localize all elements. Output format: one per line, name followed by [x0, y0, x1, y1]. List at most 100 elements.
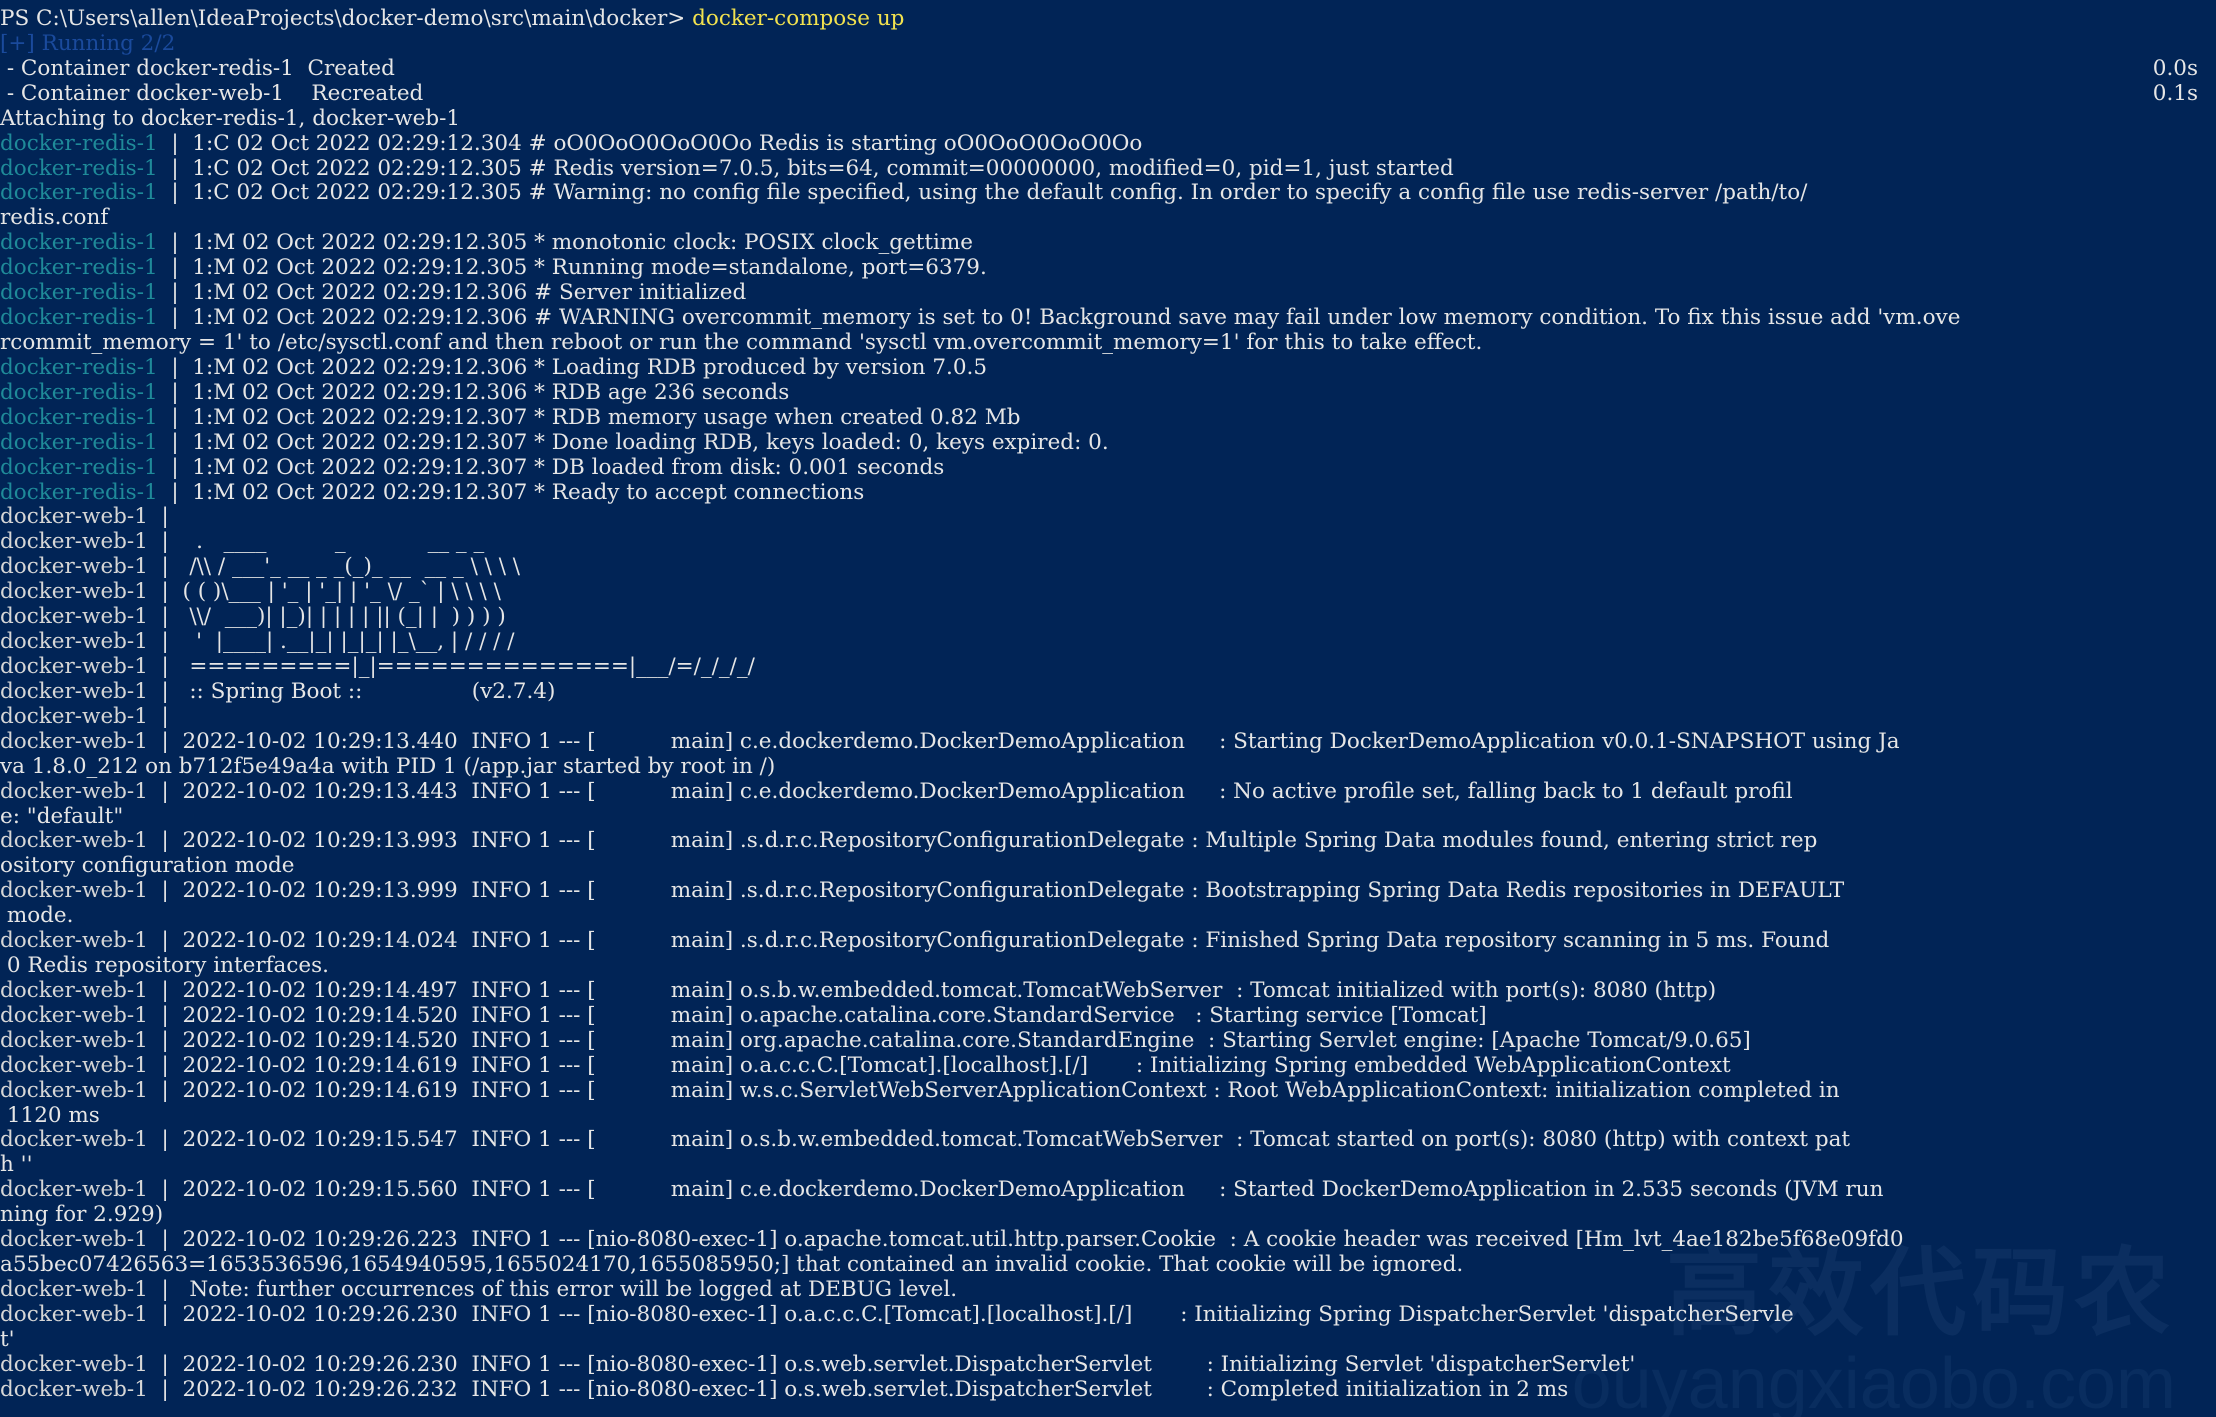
log-message: 1:C 02 Oct 2022 02:29:12.305 # Redis ver… [192, 156, 1454, 181]
service-name: docker-web-1 [0, 1352, 148, 1377]
container-status-time: 0.0s [2152, 56, 2198, 81]
log-message: 2022-10-02 10:29:14.520 INFO 1 --- [ mai… [182, 1028, 1751, 1053]
service-name: docker-web-1 [0, 1128, 148, 1153]
log-line: docker-web-1 | 2022-10-02 10:29:13.999 I… [0, 879, 2216, 904]
service-name: docker-web-1 [0, 1178, 148, 1203]
log-line: 1120 ms [0, 1104, 2216, 1129]
log-line: docker-redis-1 | 1:M 02 Oct 2022 02:29:1… [0, 456, 2216, 481]
log-message: 1:C 02 Oct 2022 02:29:12.305 # Warning: … [192, 181, 1808, 206]
service-name: docker-web-1 [0, 1228, 148, 1253]
log-separator: | [157, 455, 193, 480]
service-name: docker-web-1 [0, 1028, 148, 1053]
terminal-window[interactable]: PS C:\Users\allen\IdeaProjects\docker-de… [0, 0, 2216, 1417]
log-line: docker-redis-1 | 1:M 02 Oct 2022 02:29:1… [0, 406, 2216, 431]
log-line: docker-web-1 | 2022-10-02 10:29:14.619 I… [0, 1079, 2216, 1104]
log-separator: | [147, 879, 183, 904]
log-line: docker-redis-1 | 1:M 02 Oct 2022 02:29:1… [0, 356, 2216, 381]
log-separator: | [147, 1003, 183, 1028]
log-separator: | [157, 181, 193, 206]
log-separator: | [147, 679, 183, 704]
log-line: docker-web-1 | 2022-10-02 10:29:14.497 I… [0, 979, 2216, 1004]
log-message: 2022-10-02 10:29:15.547 INFO 1 --- [ mai… [182, 1128, 1851, 1153]
log-message: 2022-10-02 10:29:26.232 INFO 1 --- [nio-… [182, 1377, 1569, 1402]
log-separator: | [147, 605, 183, 630]
log-message: . ____ _ __ _ _ [182, 530, 485, 555]
log-separator: | [147, 1278, 183, 1303]
log-separator: | [147, 1302, 183, 1327]
log-line: docker-web-1 | 2022-10-02 10:29:13.993 I… [0, 829, 2216, 854]
log-line: docker-redis-1 | 1:C 02 Oct 2022 02:29:1… [0, 132, 2216, 157]
log-message: 1:M 02 Oct 2022 02:29:12.307 * Done load… [192, 430, 1109, 455]
log-separator: | [147, 530, 183, 555]
log-message: 1120 ms [0, 1103, 100, 1128]
log-line: docker-web-1 | ' |____| .__|_| |_|_| |_\… [0, 630, 2216, 655]
log-message: e: "default" [0, 804, 124, 829]
log-message: 1:M 02 Oct 2022 02:29:12.306 * RDB age 2… [192, 380, 790, 405]
log-message: h '' [0, 1153, 33, 1178]
log-separator: | [157, 131, 193, 156]
log-line: docker-web-1 | ( ( )\___ | '_ | '_| | '_… [0, 580, 2216, 605]
log-separator: | [157, 380, 193, 405]
log-message: 1:M 02 Oct 2022 02:29:12.306 # WARNING o… [192, 306, 1961, 331]
log-message: /\\ / ___'_ __ _ _(_)_ __ __ _ \ \ \ \ [182, 555, 521, 580]
log-message: 1:C 02 Oct 2022 02:29:12.304 # oO0OoO0Oo… [192, 131, 1143, 156]
log-line: docker-redis-1 | 1:C 02 Oct 2022 02:29:1… [0, 157, 2216, 182]
container-status-line: - Container docker-web-1 Recreated 0.1s [0, 82, 2216, 107]
prompt-line: PS C:\Users\allen\IdeaProjects\docker-de… [0, 7, 2216, 32]
log-line: docker-redis-1 | 1:M 02 Oct 2022 02:29:1… [0, 381, 2216, 406]
log-separator: | [147, 654, 183, 679]
service-name: docker-web-1 [0, 630, 148, 655]
log-line: docker-web-1 | 2022-10-02 10:29:26.223 I… [0, 1228, 2216, 1253]
log-line: docker-redis-1 | 1:M 02 Oct 2022 02:29:1… [0, 431, 2216, 456]
log-line: docker-redis-1 | 1:C 02 Oct 2022 02:29:1… [0, 181, 2216, 206]
log-separator: | [147, 1178, 183, 1203]
log-message: ( ( )\___ | '_ | '_| | '_ \/ _` | \ \ \ … [182, 580, 501, 605]
prompt-text: PS C:\Users\allen\IdeaProjects\docker-de… [0, 7, 693, 31]
service-name: docker-web-1 [0, 679, 148, 704]
log-line: docker-web-1 | \\/ ___)| |_)| | | | | ||… [0, 605, 2216, 630]
log-line: 0 Redis repository interfaces. [0, 954, 2216, 979]
log-separator: | [147, 978, 183, 1003]
log-line: docker-web-1 | . ____ _ __ _ _ [0, 530, 2216, 555]
service-name: docker-redis-1 [0, 281, 158, 306]
service-name: docker-web-1 [0, 530, 148, 555]
log-message: 2022-10-02 10:29:26.223 INFO 1 --- [nio-… [182, 1228, 1904, 1253]
log-separator: | [157, 231, 193, 256]
log-line: va 1.8.0_212 on b712f5e49a4a with PID 1 … [0, 755, 2216, 780]
service-name: docker-redis-1 [0, 480, 158, 505]
log-separator: | [157, 430, 193, 455]
log-separator: | [147, 929, 183, 954]
log-line: docker-web-1 | 2022-10-02 10:29:26.230 I… [0, 1353, 2216, 1378]
service-name: docker-web-1 [0, 929, 148, 954]
log-separator: | [157, 480, 193, 505]
log-line: docker-web-1 | 2022-10-02 10:29:14.520 I… [0, 1004, 2216, 1029]
log-line: docker-redis-1 | 1:M 02 Oct 2022 02:29:1… [0, 481, 2216, 506]
log-message: 1:M 02 Oct 2022 02:29:12.306 * Loading R… [192, 355, 988, 380]
log-separator: | [147, 1128, 183, 1153]
log-message: ning for 2.929) [0, 1203, 164, 1228]
log-message: 2022-10-02 10:29:14.619 INFO 1 --- [ mai… [182, 1053, 1731, 1078]
log-message: va 1.8.0_212 on b712f5e49a4a with PID 1 … [0, 754, 776, 779]
log-message: :: Spring Boot :: (v2.7.4) [182, 679, 556, 704]
log-line: docker-redis-1 | 1:M 02 Oct 2022 02:29:1… [0, 256, 2216, 281]
log-message: 2022-10-02 10:29:26.230 INFO 1 --- [nio-… [182, 1352, 1636, 1377]
log-line: docker-web-1 | 2022-10-02 10:29:13.440 I… [0, 730, 2216, 755]
running-status: [+] Running 2/2 [0, 31, 176, 56]
log-separator: | [147, 505, 183, 530]
container-status-text: - Container docker-redis-1 Created [0, 56, 395, 81]
log-line: docker-web-1 | [0, 705, 2216, 730]
log-line: docker-web-1 | 2022-10-02 10:29:15.547 I… [0, 1128, 2216, 1153]
service-name: docker-redis-1 [0, 355, 158, 380]
log-line: docker-web-1 | [0, 505, 2216, 530]
log-line: t' [0, 1328, 2216, 1353]
log-separator: | [147, 1352, 183, 1377]
service-name: docker-redis-1 [0, 430, 158, 455]
container-status-line: - Container docker-redis-1 Created 0.0s [0, 57, 2216, 82]
log-line: docker-web-1 | 2022-10-02 10:29:14.024 I… [0, 929, 2216, 954]
log-separator: | [157, 306, 193, 331]
service-name: docker-web-1 [0, 1003, 148, 1028]
log-message: Note: further occurrences of this error … [182, 1278, 958, 1303]
log-line: docker-web-1 | 2022-10-02 10:29:15.560 I… [0, 1178, 2216, 1203]
service-name: docker-redis-1 [0, 131, 158, 156]
log-line: docker-web-1 | 2022-10-02 10:29:13.443 I… [0, 780, 2216, 805]
